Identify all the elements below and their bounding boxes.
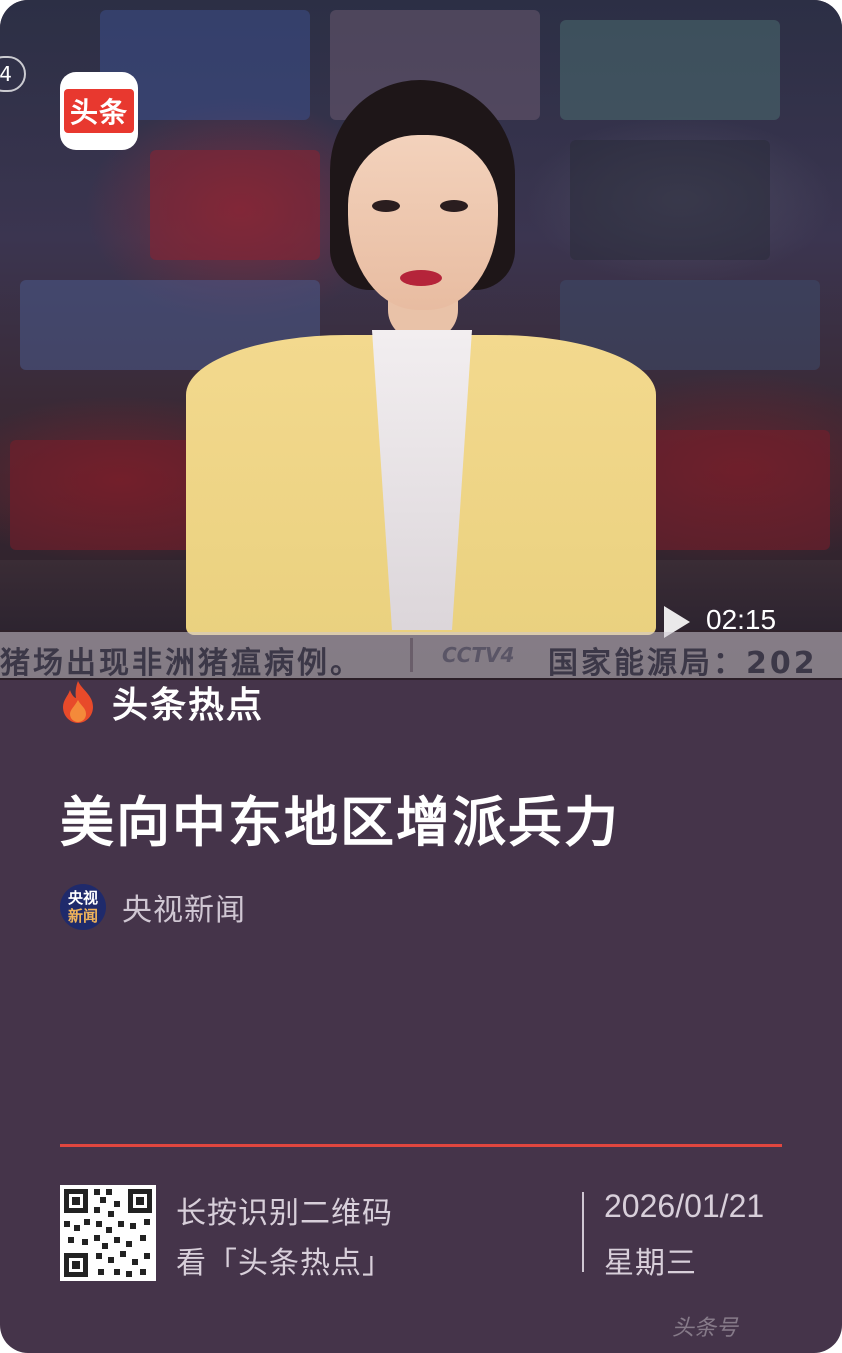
anchor-eye: [372, 200, 400, 212]
date: 2026/01/21: [604, 1188, 765, 1224]
weekday: 星期三: [604, 1246, 697, 1281]
source-name: 央视新闻: [122, 893, 246, 928]
toutiao-logo: 头条: [60, 72, 138, 150]
channel-badge: 4: [0, 56, 26, 92]
background-screen: [150, 150, 320, 260]
source-avatar-line1: 央视: [67, 889, 98, 907]
footer-separator: [582, 1192, 584, 1272]
share-card: 4 头条 02:15 猪场出现非洲猪瘟病例。 CCTV4 国家能源局：202 头…: [0, 0, 842, 1353]
news-headline[interactable]: 美向中东地区增派兵力: [60, 778, 620, 857]
ticker-station-logo: CCTV4: [442, 643, 515, 667]
news-source[interactable]: 央视 新闻 央视新闻: [60, 884, 246, 930]
anchor-eye: [440, 200, 468, 212]
background-screen: [570, 140, 770, 260]
red-divider: [60, 1144, 782, 1147]
flame-icon: [63, 681, 93, 723]
news-ticker: 猪场出现非洲猪瘟病例。 CCTV4 国家能源局：202: [0, 632, 842, 678]
background-screen: [560, 20, 780, 120]
section-title: 头条热点: [112, 685, 265, 726]
source-avatar: 央视 新闻: [60, 884, 106, 930]
video-thumbnail[interactable]: 4 头条 02:15 猪场出现非洲猪瘟病例。 CCTV4 国家能源局：202: [0, 0, 842, 680]
anchor-lips: [400, 270, 442, 286]
ticker-text-right: 国家能源局：202: [548, 646, 818, 678]
qr-code[interactable]: [60, 1185, 156, 1281]
qr-instruction: 长按识别二维码: [176, 1196, 393, 1231]
source-avatar-line2: 新闻: [67, 907, 98, 925]
ticker-text-left: 猪场出现非洲猪瘟病例。: [0, 646, 363, 678]
watermark: 头条号: [672, 1316, 739, 1341]
ticker-separator: [410, 638, 413, 672]
background-screen: [650, 430, 830, 550]
qr-instruction-target: 看「头条热点」: [176, 1246, 393, 1281]
section-header: 头条热点: [60, 676, 264, 728]
toutiao-logo-text: 头条: [64, 89, 134, 133]
